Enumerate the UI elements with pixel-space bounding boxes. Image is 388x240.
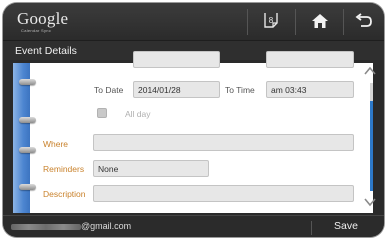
description-field[interactable] bbox=[93, 185, 354, 202]
app-window: Google Calendar Sync 8 Event Details To … bbox=[3, 3, 384, 237]
home-icon bbox=[312, 14, 328, 28]
title-bar: Google Calendar Sync 8 bbox=[3, 3, 384, 40]
event-form: To Date 2014/01/28 To Time am 03:43 All … bbox=[13, 51, 376, 213]
app-logo: Google bbox=[17, 9, 69, 28]
bottom-bar: @gmail.com Save bbox=[3, 215, 384, 237]
all-day-checkbox[interactable] bbox=[97, 108, 107, 118]
where-label: Where bbox=[43, 139, 69, 149]
binder-ring bbox=[19, 184, 36, 190]
description-label: Description bbox=[43, 189, 86, 199]
binder-ring bbox=[19, 79, 36, 85]
calendar-icon: 8 bbox=[264, 13, 278, 28]
binder-ring bbox=[19, 147, 36, 153]
toolbar-divider bbox=[247, 9, 248, 35]
scrollbar-thumb[interactable] bbox=[370, 101, 373, 191]
account-email: @gmail.com bbox=[81, 221, 132, 231]
back-icon bbox=[355, 13, 372, 27]
to-date-label: To Date bbox=[94, 85, 124, 95]
notebook-binder bbox=[13, 63, 30, 213]
back-button[interactable] bbox=[341, 3, 384, 40]
binder-ring bbox=[19, 117, 36, 123]
chevron-down-icon[interactable] bbox=[364, 197, 376, 207]
where-field[interactable] bbox=[93, 134, 354, 151]
to-date-field[interactable]: 2014/01/28 bbox=[133, 81, 220, 98]
save-button[interactable]: Save bbox=[334, 220, 358, 232]
page-title: Event Details bbox=[15, 45, 77, 57]
bottom-divider bbox=[311, 221, 312, 235]
chevron-up-icon[interactable] bbox=[364, 66, 376, 76]
all-day-label: All day bbox=[125, 109, 151, 119]
toolbar-divider bbox=[295, 9, 296, 35]
from-date-field[interactable] bbox=[133, 51, 220, 68]
reminders-field[interactable]: None bbox=[93, 160, 209, 177]
reminders-label: Reminders bbox=[43, 164, 85, 174]
calendar-glyph-text: 8 bbox=[269, 16, 274, 25]
from-time-field[interactable] bbox=[266, 51, 354, 68]
account-email-redacted bbox=[11, 224, 81, 230]
calendar-button[interactable]: 8 bbox=[249, 3, 295, 40]
to-time-field[interactable]: am 03:43 bbox=[266, 81, 354, 98]
to-time-label: To Time bbox=[225, 85, 255, 95]
home-button[interactable] bbox=[297, 3, 343, 40]
app-logo-subtext: Calendar Sync bbox=[21, 28, 52, 33]
